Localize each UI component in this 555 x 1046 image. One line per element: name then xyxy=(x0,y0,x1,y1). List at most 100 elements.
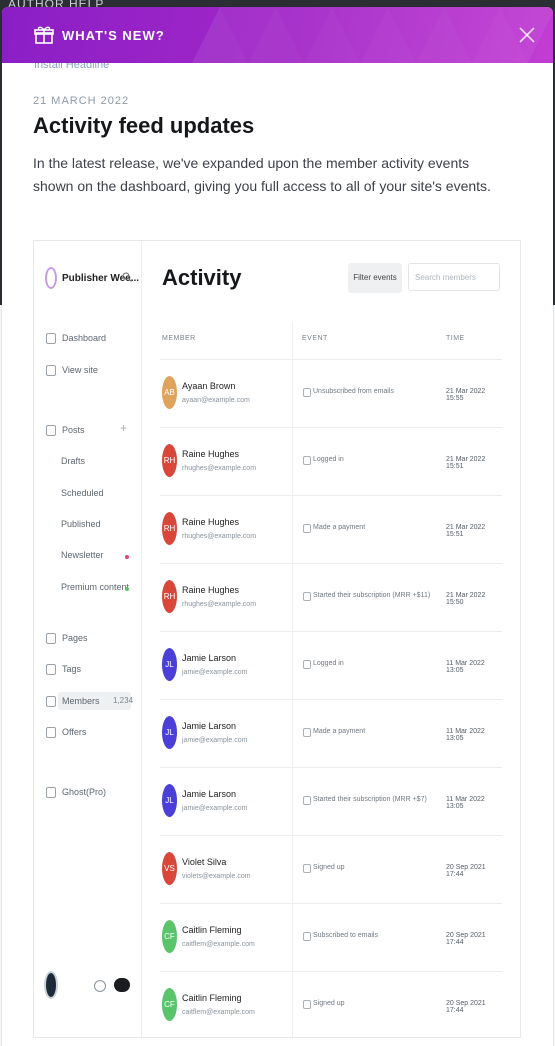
nav-tags: Tags xyxy=(46,664,81,676)
event-icon xyxy=(303,1000,311,1009)
dark-mode-toggle xyxy=(114,978,130,992)
member-name: Raine Hughes xyxy=(182,585,240,595)
members-count: 1,234 xyxy=(113,696,134,705)
table-row: JL Jamie Larson jamie@example.com Made a pa… xyxy=(160,699,502,768)
event-text: Subscribed to emails xyxy=(313,932,378,939)
close-icon[interactable] xyxy=(517,25,537,45)
avatar: CF xyxy=(162,920,177,953)
users-icon xyxy=(46,696,56,708)
nav-pages: Pages xyxy=(46,633,88,645)
nav-view-site: View site xyxy=(46,365,98,377)
column-time: TIME xyxy=(446,335,465,342)
table-row: RH Raine Hughes rhughes@example.com Started… xyxy=(160,563,502,632)
event-time: 21 Mar 2022 15:50 xyxy=(446,592,486,606)
event-icon xyxy=(303,728,311,737)
percent-icon xyxy=(46,727,56,739)
table-row: CF Caitlin Fleming caitflem@example.com Sub… xyxy=(160,903,502,972)
event-icon xyxy=(303,524,311,533)
search-members-field: Search members xyxy=(408,263,500,291)
settings-icon xyxy=(94,980,106,992)
avatar: JL xyxy=(162,784,177,817)
event-time: 20 Sep 2021 17:44 xyxy=(446,932,486,946)
nav-offers: Offers xyxy=(46,727,86,739)
search-icon xyxy=(122,272,132,282)
event-icon xyxy=(303,592,311,601)
home-icon xyxy=(46,333,56,345)
table-row: JL Jamie Larson jamie@example.com Started t… xyxy=(160,767,502,836)
member-email: jamie@example.com xyxy=(182,805,248,812)
nav-drafts: Drafts xyxy=(61,456,86,466)
premium-dot xyxy=(125,587,129,591)
filter-events-button: Filter events xyxy=(348,263,402,293)
nav-premium-content: Premium content xyxy=(61,582,130,592)
table-row: CF Caitlin Fleming caitflem@example.com Sig… xyxy=(160,971,502,1037)
member-email: rhughes@example.com xyxy=(182,601,257,608)
member-email: caitflem@example.com xyxy=(182,1009,255,1016)
activity-feed-screenshot: Publisher Wee... Dashboard View site Pos… xyxy=(33,240,521,1038)
nav-ghost-pro: Ghost(Pro) xyxy=(46,787,106,799)
entry-title: Activity feed updates xyxy=(33,113,255,138)
nav-dashboard: Dashboard xyxy=(46,333,106,345)
avatar: RH xyxy=(162,512,177,545)
modal-header: WHAT'S NEW? xyxy=(2,7,553,63)
nav-scheduled: Scheduled xyxy=(61,488,104,498)
event-icon xyxy=(303,660,311,669)
newsletter-dot xyxy=(125,555,129,559)
activity-title: Activity xyxy=(162,265,242,290)
user-avatar xyxy=(44,971,58,999)
avatar: AB xyxy=(162,376,177,409)
column-member: MEMBER xyxy=(162,335,196,342)
nav-published: Published xyxy=(61,519,101,529)
member-email: rhughes@example.com xyxy=(182,465,257,472)
nav-posts: Posts xyxy=(46,425,85,437)
screenshot-sidebar: Publisher Wee... Dashboard View site Pos… xyxy=(34,241,142,1037)
event-time: 11 Mar 2022 13:05 xyxy=(446,660,485,674)
event-icon xyxy=(303,932,311,941)
member-name: Raine Hughes xyxy=(182,517,240,527)
event-time: 11 Mar 2022 13:05 xyxy=(446,728,485,742)
event-icon xyxy=(303,388,311,397)
event-text: Made a payment xyxy=(313,524,366,531)
member-email: ayaan@example.com xyxy=(182,397,250,404)
event-text: Started their subscription (MRR +$7) xyxy=(313,796,427,803)
member-name: Caitlin Fleming xyxy=(182,993,242,1003)
member-name: Jamie Larson xyxy=(182,789,237,799)
event-text: Unsubscribed from emails xyxy=(313,388,394,395)
member-name: Raine Hughes xyxy=(182,449,240,459)
avatar: JL xyxy=(162,648,177,681)
entry-intro: In the latest release, we've expanded up… xyxy=(33,155,491,194)
column-event: EVENT xyxy=(302,335,328,342)
member-name: Jamie Larson xyxy=(182,721,237,731)
edit-icon xyxy=(46,425,56,437)
member-name: Jamie Larson xyxy=(182,653,237,663)
tag-icon xyxy=(46,664,56,676)
whats-new-modal: WHAT'S NEW? Install Headline 21 MARCH 20… xyxy=(2,7,553,1046)
event-time: 11 Mar 2022 13:05 xyxy=(446,796,485,810)
table-row: AB Ayaan Brown ayaan@example.com Unsubscrib… xyxy=(160,359,502,428)
member-name: Violet Silva xyxy=(182,857,227,867)
member-email: jamie@example.com xyxy=(182,737,248,744)
event-text: Signed up xyxy=(313,1000,345,1007)
event-icon xyxy=(303,796,311,805)
page-icon xyxy=(46,633,56,645)
member-name: Caitlin Fleming xyxy=(182,925,242,935)
avatar: CF xyxy=(162,988,177,1021)
avatar: RH xyxy=(162,580,177,613)
event-time: 20 Sep 2021 17:44 xyxy=(446,1000,486,1014)
event-icon xyxy=(303,864,311,873)
event-time: 21 Mar 2022 15:51 xyxy=(446,456,486,470)
table-row: RH Raine Hughes rhughes@example.com Logged … xyxy=(160,427,502,496)
table-row: RH Raine Hughes rhughes@example.com Made a … xyxy=(160,495,502,564)
event-text: Made a payment xyxy=(313,728,366,735)
nav-newsletter: Newsletter xyxy=(61,550,104,560)
member-email: caitflem@example.com xyxy=(182,941,255,948)
partial-link-text: Install Headline xyxy=(34,63,110,69)
event-time: 20 Sep 2021 17:44 xyxy=(446,864,486,878)
event-text: Started their subscription (MRR +$11) xyxy=(313,592,431,599)
member-email: violets@example.com xyxy=(182,873,251,880)
avatar: RH xyxy=(162,444,177,477)
table-row: JL Jamie Larson jamie@example.com Logged in… xyxy=(160,631,502,700)
avatar: JL xyxy=(162,716,177,749)
member-email: jamie@example.com xyxy=(182,669,248,676)
member-name: Ayaan Brown xyxy=(182,381,236,391)
